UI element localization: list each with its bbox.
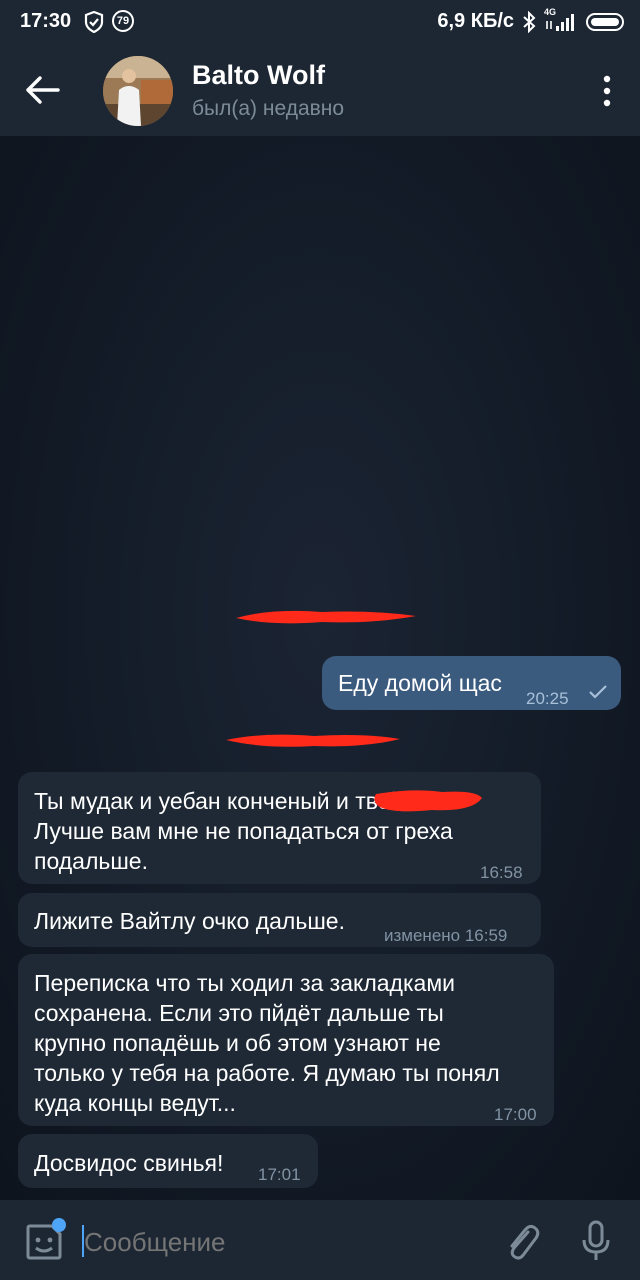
back-arrow-icon[interactable]	[24, 74, 64, 106]
redaction-mark	[374, 790, 482, 812]
contact-name[interactable]: Balto Wolf	[192, 60, 325, 91]
message-text: Лижите Вайтлу очко дальше.	[34, 908, 345, 934]
chat-area[interactable]: Еду домой щас 20:25 Ты мудак и уебан кон…	[0, 136, 640, 1200]
message-input[interactable]	[82, 1220, 486, 1264]
message-time: 20:25	[526, 689, 569, 708]
text-cursor	[82, 1225, 84, 1257]
date-separator-redacted	[236, 610, 416, 624]
status-bar: 17:30 79 6,9 КБ/с 4G	[0, 0, 640, 44]
bluetooth-icon	[523, 10, 536, 33]
date-separator-redacted	[226, 734, 400, 747]
check-icon	[589, 685, 607, 699]
message-time: 17:01	[258, 1165, 301, 1184]
more-options-icon[interactable]	[600, 74, 614, 108]
avatar[interactable]	[103, 56, 173, 126]
message-bubble-outgoing[interactable]: Еду домой щас 20:25	[322, 656, 621, 710]
message-bubble-incoming[interactable]: Переписка что ты ходил за закладками сох…	[18, 954, 554, 1126]
message-bubble-incoming[interactable]: Досвидос свинья! 17:01	[18, 1134, 318, 1188]
message-text: Досвидос свинья!	[34, 1150, 224, 1176]
last-seen-status: был(а) недавно	[192, 97, 345, 120]
battery-icon	[586, 12, 624, 31]
shield-icon	[84, 11, 104, 33]
message-bubble-incoming[interactable]: Лижите Вайтлу очко дальше. изменено 16:5…	[18, 893, 541, 947]
chat-header: Balto Wolf был(а) недавно	[0, 44, 640, 136]
message-bubble-incoming[interactable]: Ты мудак и уебан конченый и твой. Лучше …	[18, 772, 541, 884]
message-time: 16:58	[480, 863, 523, 882]
signal-icon: 4G	[544, 7, 578, 33]
paperclip-icon[interactable]	[504, 1222, 540, 1262]
message-composer	[0, 1200, 640, 1280]
message-time: изменено 16:59	[384, 926, 508, 945]
notification-badge: 79	[112, 10, 134, 32]
message-text: Еду домой щас	[338, 670, 502, 696]
new-sticker-dot	[52, 1218, 66, 1232]
message-time: 17:00	[494, 1105, 537, 1124]
status-time: 17:30	[20, 10, 72, 32]
message-text: Переписка что ты ходил за закладками сох…	[34, 970, 500, 1116]
network-speed: 6,9 КБ/с	[437, 10, 514, 32]
microphone-icon[interactable]	[580, 1220, 612, 1262]
